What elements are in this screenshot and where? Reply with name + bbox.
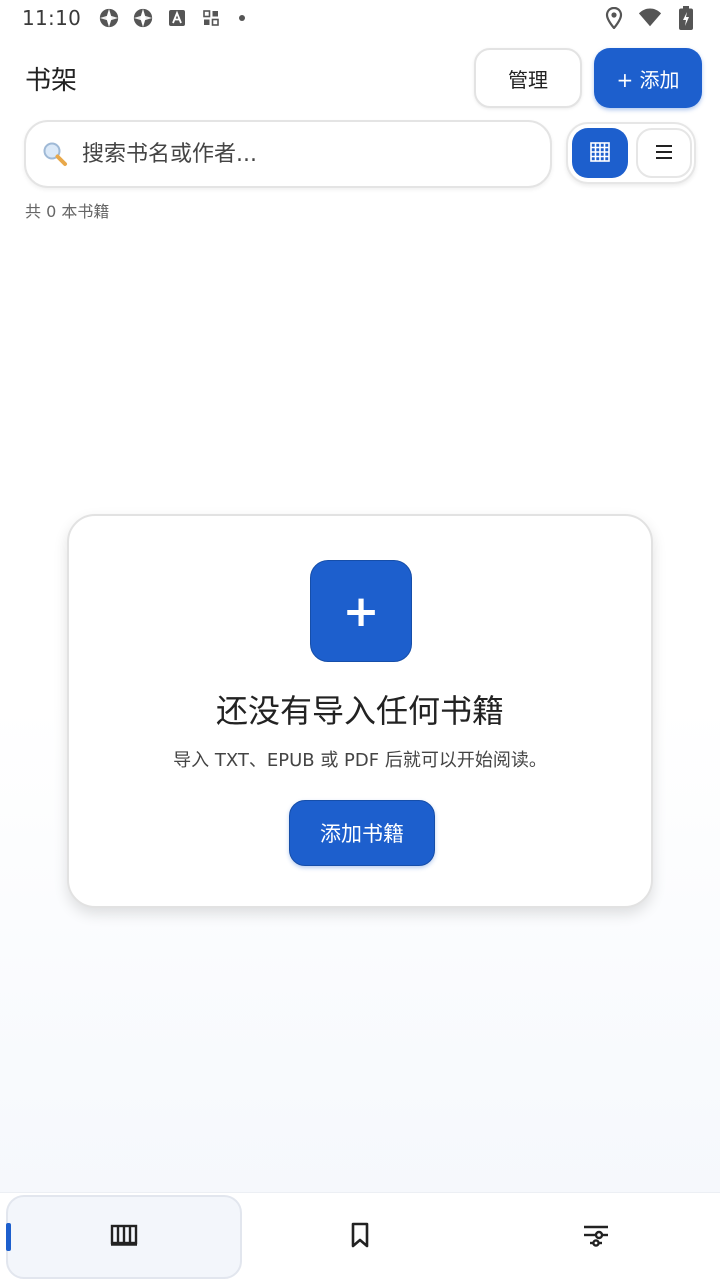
app-icon-2 — [131, 6, 155, 30]
add-books-button[interactable]: 添加书籍 — [289, 800, 435, 866]
book-count: 共 0 本书籍 — [25, 202, 110, 221]
status-time: 11:10 — [22, 6, 82, 30]
list-view-icon — [653, 142, 675, 165]
search-icon — [42, 141, 68, 167]
nav-item-bookshelf[interactable] — [6, 1195, 242, 1279]
wifi-icon — [638, 6, 662, 30]
add-button[interactable]: + 添加 — [594, 48, 702, 108]
empty-state-description: 导入 TXT、EPUB 或 PDF 后就可以开始阅读。 — [173, 750, 547, 771]
view-toggle — [566, 122, 696, 184]
plus-icon: + — [342, 585, 380, 637]
search-box[interactable] — [24, 120, 552, 188]
header: 书架 管理 + 添加 — [0, 44, 720, 112]
empty-state-card: + 还没有导入任何书籍 导入 TXT、EPUB 或 PDF 后就可以开始阅读。 … — [67, 514, 653, 908]
grid-view-icon — [589, 141, 611, 166]
status-right-icons — [602, 6, 698, 30]
more-dot-icon — [239, 15, 246, 21]
grid-view-button[interactable] — [572, 128, 628, 178]
list-view-button[interactable] — [636, 128, 692, 178]
empty-add-tile[interactable]: + — [310, 560, 412, 662]
status-bar: 11:10 — [0, 0, 720, 36]
status-left-icons — [97, 6, 246, 30]
nav-item-bookmarks[interactable] — [300, 1195, 420, 1279]
bookshelf-icon — [110, 1223, 138, 1251]
app-icon-1 — [97, 6, 121, 30]
location-icon — [602, 6, 626, 30]
search-input[interactable] — [82, 141, 502, 167]
nav-active-indicator — [6, 1223, 11, 1251]
grid-apps-icon — [199, 6, 223, 30]
page-title: 书架 — [25, 66, 78, 96]
battery-charging-icon — [674, 6, 698, 30]
bottom-nav — [0, 1192, 720, 1280]
empty-state-title: 还没有导入任何书籍 — [215, 692, 504, 730]
bookmark-icon — [350, 1222, 370, 1252]
manage-button[interactable]: 管理 — [474, 48, 582, 108]
nav-item-settings[interactable] — [536, 1195, 656, 1279]
settings-sliders-icon — [582, 1222, 610, 1252]
a-text-icon — [165, 6, 189, 30]
